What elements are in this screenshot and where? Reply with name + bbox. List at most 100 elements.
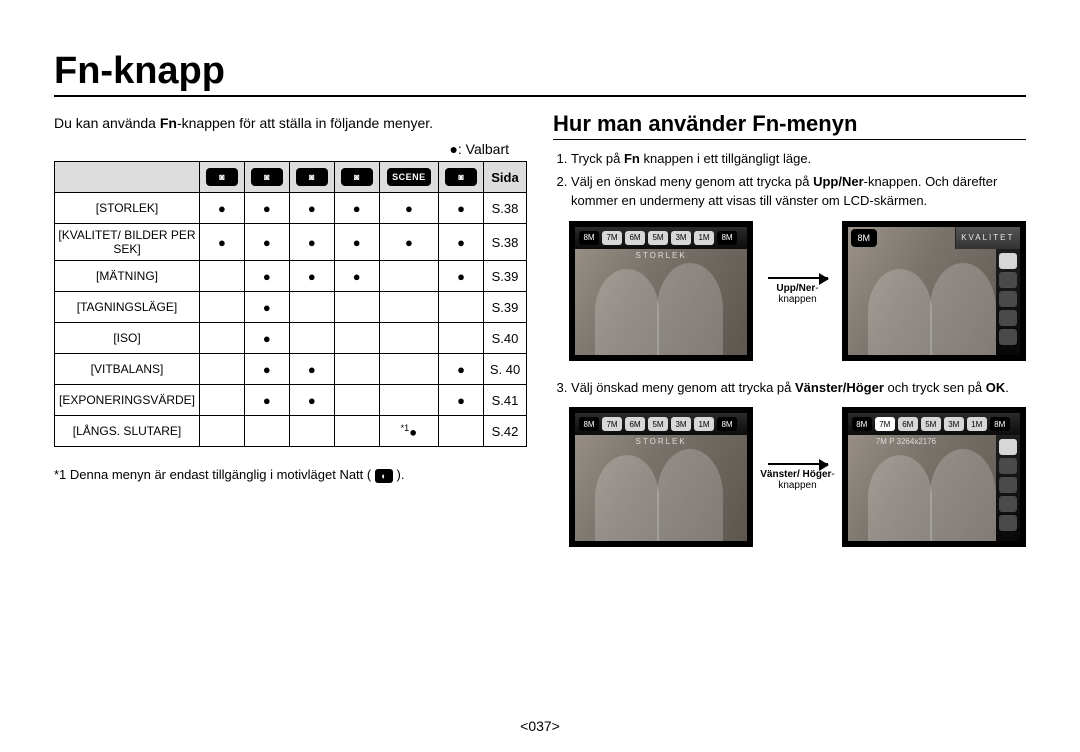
lcd-sublabel: 7M P 3264x2176 [876, 437, 936, 446]
footnote-post: ). [396, 467, 404, 482]
step3-pre: Välj önskad meny genom att trycka på [571, 380, 795, 395]
mode-col-2: ◙ [289, 162, 334, 193]
silhouette-a [595, 269, 659, 355]
menu-item [999, 439, 1017, 455]
page-cell: S.39 [484, 292, 527, 323]
lcd-topbar: 8M 7M 6M 5M 3M 1M 8M [848, 413, 1020, 435]
header-empty [55, 162, 200, 193]
mark-cell: ● [244, 385, 289, 416]
camera-icon: ◙ [445, 168, 477, 186]
intro-post: -knappen för att ställa in följande meny… [177, 115, 433, 131]
table-row: [MÄTNING]●●●●S.39 [55, 261, 527, 292]
mode-col-4: SCENE [379, 162, 438, 193]
lcd-label: STORLEK [575, 251, 747, 260]
mark-cell: ● [200, 224, 245, 261]
sub-heading: Hur man använder Fn-menyn [553, 111, 1026, 137]
mark-cell [289, 416, 334, 447]
lcd-topbar: 8M 7M 6M 5M 3M 1M 8M [575, 413, 747, 435]
mark-cell [200, 385, 245, 416]
table-header-row: ◙ ◙ ◙ ◙ SCENE ◙ Sida [55, 162, 527, 193]
step-3: Välj önskad meny genom att trycka på Vän… [571, 379, 1026, 398]
camera-icon: ◙ [296, 168, 328, 186]
mark-cell: ● [200, 193, 245, 224]
mark-cell: ● [244, 193, 289, 224]
size-chip: 8M [579, 231, 599, 245]
feature-table: ◙ ◙ ◙ ◙ SCENE ◙ Sida [STORLEK]●●●●●●S.38… [54, 161, 527, 447]
mark-cell: ● [244, 323, 289, 354]
mark-cell: ● [289, 354, 334, 385]
mark-cell: ● [244, 354, 289, 385]
mark-cell: ● [334, 193, 379, 224]
sub-rule [553, 139, 1026, 140]
size-chip: 1M [967, 417, 987, 431]
camera-icon: ◙ [341, 168, 373, 186]
step2-pre: Välj en önskad meny genom att trycka på [571, 174, 813, 189]
step1-pre: Tryck på [571, 151, 624, 166]
big-chip: 8M [851, 229, 877, 247]
scene-icon: SCENE [387, 168, 431, 186]
arrow-updown: Upp/Ner-knappen [759, 277, 836, 305]
mode-col-3: ◙ [334, 162, 379, 193]
row-name: [TAGNINGSLÄGE] [55, 292, 200, 323]
mark-cell: ● [379, 193, 438, 224]
row-name: [VITBALANS] [55, 354, 200, 385]
page-cell: S.38 [484, 193, 527, 224]
table-row: [TAGNINGSLÄGE] ● S.39 [55, 292, 527, 323]
size-chip: 8M [990, 417, 1010, 431]
figure-row-1: 8M 7M 6M 5M 3M 1M 8M STORLEK Upp/Ner-kna… [569, 221, 1026, 361]
mark-cell [334, 416, 379, 447]
size-chip: 5M [648, 231, 668, 245]
row-name: [MÄTNING] [55, 261, 200, 292]
menu-item [999, 458, 1017, 474]
mark-cell [379, 385, 438, 416]
mark-cell [439, 323, 484, 354]
arrow-icon [768, 277, 828, 279]
mark-cell [200, 354, 245, 385]
lcd-screenshot-a: 8M 7M 6M 5M 3M 1M 8M STORLEK [569, 221, 753, 361]
lcd-label: STORLEK [575, 437, 747, 446]
silhouette-a [868, 269, 932, 355]
step-1: Tryck på Fn knappen i ett tillgängligt l… [571, 150, 1026, 169]
arrow-icon [768, 463, 828, 465]
silhouette-b [657, 263, 723, 355]
step1-post: knappen i ett tillgängligt läge. [640, 151, 811, 166]
row-name: [EXPONERINGSVÄRDE] [55, 385, 200, 416]
mark-cell: *1● [379, 416, 438, 447]
mark-cell: ● [244, 292, 289, 323]
page-col: Sida [484, 162, 527, 193]
row-name: [KVALITET/ BILDER PER SEK] [55, 224, 200, 261]
mark-cell [200, 416, 245, 447]
step3-post1: och tryck sen på [884, 380, 986, 395]
intro-pre: Du kan använda [54, 115, 160, 131]
menu-item [999, 291, 1017, 307]
mode-col-1: ◙ [244, 162, 289, 193]
mark-cell: ● [439, 385, 484, 416]
size-chip: 6M [625, 417, 645, 431]
size-chip: 3M [671, 231, 691, 245]
steps-list-2: Välj önskad meny genom att trycka på Vän… [553, 379, 1026, 398]
mark-cell [200, 323, 245, 354]
step2-bold: Upp/Ner [813, 174, 864, 189]
size-chip: 3M [671, 417, 691, 431]
size-chip: 5M [921, 417, 941, 431]
steps-list: Tryck på Fn knappen i ett tillgängligt l… [553, 150, 1026, 211]
page-cell: S.39 [484, 261, 527, 292]
silhouette-b [930, 449, 996, 541]
page-cell: S.40 [484, 323, 527, 354]
mark-cell [200, 261, 245, 292]
menu-item [999, 515, 1017, 531]
mark-cell [439, 292, 484, 323]
mark-cell [289, 323, 334, 354]
mark-cell: ● [289, 385, 334, 416]
size-chip: 1M [694, 417, 714, 431]
camera-icon: ◙ [251, 168, 283, 186]
mark-cell [334, 292, 379, 323]
lcd-ribbon: KVALITET [955, 227, 1020, 249]
size-chip: 6M [625, 231, 645, 245]
page-title: Fn-knapp [54, 50, 1026, 93]
mark-cell: ● [289, 224, 334, 261]
mark-cell [334, 354, 379, 385]
mark-cell: ● [439, 193, 484, 224]
mark-cell: ● [334, 224, 379, 261]
menu-item [999, 477, 1017, 493]
